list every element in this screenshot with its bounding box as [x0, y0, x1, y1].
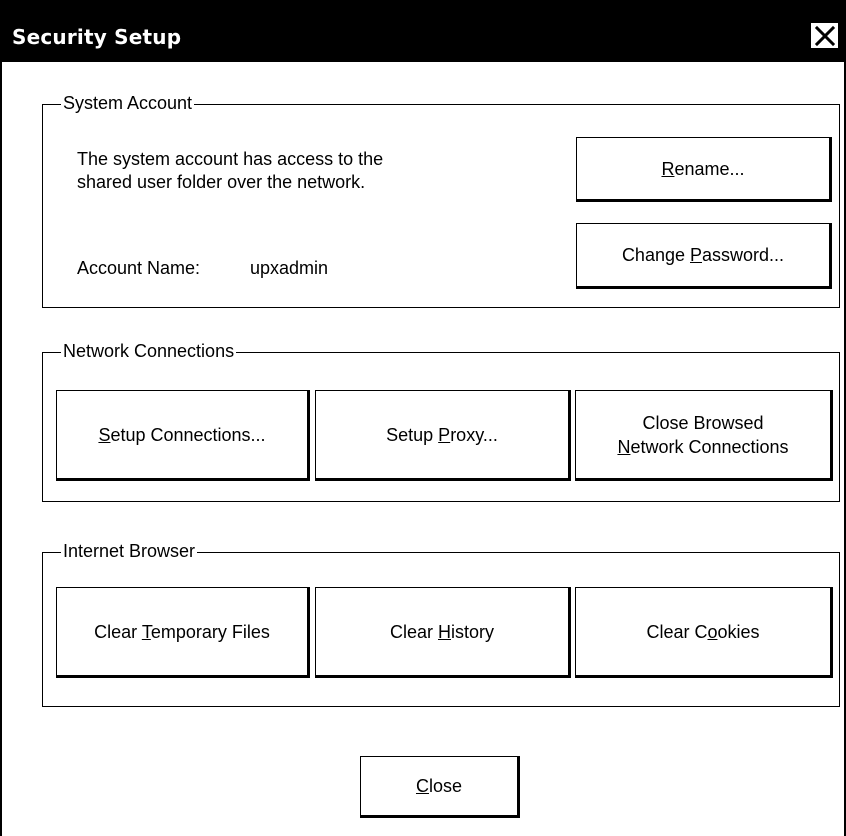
- clear-temporary-files-button-label: Clear Temporary Files: [94, 621, 270, 642]
- change-password-button[interactable]: Change Password...: [576, 223, 832, 289]
- dialog-title: Security Setup: [12, 25, 182, 49]
- setup-proxy-button[interactable]: Setup Proxy...: [315, 390, 571, 481]
- account-name-label: Account Name:: [77, 258, 201, 278]
- clear-history-button[interactable]: Clear History: [315, 587, 571, 678]
- clear-cookies-button[interactable]: Clear Cookies: [575, 587, 833, 678]
- setup-proxy-button-label: Setup Proxy...: [386, 424, 498, 445]
- system-account-description-line1: The system account has access to the: [77, 149, 384, 169]
- setup-connections-button-label: Setup Connections...: [98, 424, 266, 445]
- internet-browser-group-label: Internet Browser: [61, 540, 198, 562]
- close-icon: [814, 25, 836, 47]
- clear-history-button-label: Clear History: [389, 621, 495, 642]
- close-browsed-button-label: Close Browsed Network Connections: [617, 412, 789, 457]
- account-name-value: upxadmin: [250, 258, 329, 278]
- close-window-button[interactable]: [810, 22, 839, 49]
- clear-cookies-button-label: Clear Cookies: [646, 621, 760, 642]
- change-password-button-label: Change Password...: [621, 245, 785, 265]
- system-account-group-label: System Account: [61, 92, 195, 114]
- title-bar[interactable]: Security Setup: [2, 0, 844, 62]
- rename-button-label: Rename...: [661, 158, 745, 179]
- network-connections-group-label: Network Connections: [61, 340, 237, 362]
- close-button-label: Close: [415, 776, 463, 796]
- setup-connections-button[interactable]: Setup Connections...: [56, 390, 310, 481]
- security-setup-dialog: Security Setup System Account The system…: [0, 0, 846, 836]
- close-browsed-network-connections-button[interactable]: Close Browsed Network Connections: [575, 390, 833, 481]
- rename-button[interactable]: Rename...: [576, 137, 832, 202]
- clear-temporary-files-button[interactable]: Clear Temporary Files: [56, 587, 310, 678]
- system-account-description-line2: shared user folder over the network.: [77, 172, 366, 192]
- close-button[interactable]: Close: [360, 756, 520, 818]
